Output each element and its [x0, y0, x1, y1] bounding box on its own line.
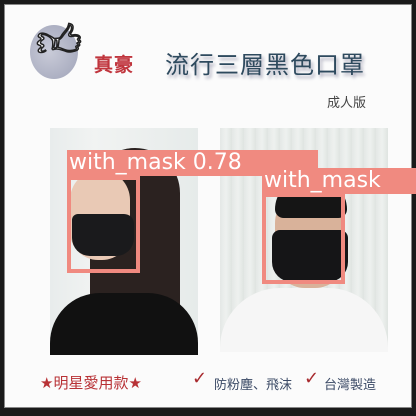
- footer-star-label: ★明星愛用款★: [40, 374, 142, 392]
- detection-label-2: with_mask: [262, 168, 416, 194]
- feature-made-in-taiwan: 台灣製造: [324, 378, 377, 393]
- check-icon: ✓: [192, 368, 208, 389]
- check-icon: ✓: [304, 368, 320, 389]
- body: [220, 288, 388, 352]
- product-subtitle: 成人版: [327, 96, 367, 111]
- body: [50, 293, 198, 355]
- detection-box-1: [67, 176, 140, 273]
- thumbs-up-icon: 👍︎: [35, 16, 82, 67]
- detection-box-2: [262, 193, 345, 284]
- brand-name: 真豪: [94, 54, 135, 76]
- product-title: 流行三層黑色口罩: [165, 51, 365, 79]
- feature-dust: 防粉塵、飛沫: [214, 378, 293, 393]
